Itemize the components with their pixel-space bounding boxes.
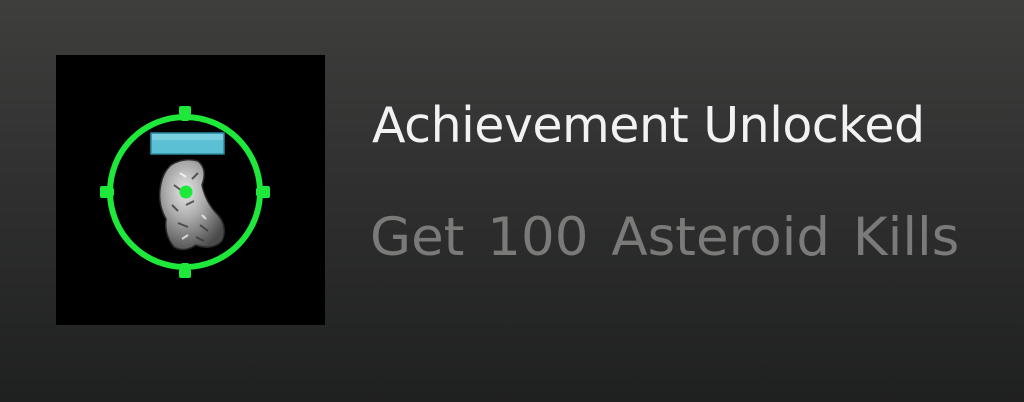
asteroid-icon — [158, 158, 225, 251]
achievement-toast: Achievement Unlocked Get 100 Asteroid Ki… — [0, 0, 1024, 402]
achievement-title: Achievement Unlocked — [372, 97, 925, 154]
achievement-icon — [56, 55, 325, 325]
achievement-description: Get 100 Asteroid Kills — [370, 207, 960, 268]
asteroid-target-icon — [100, 106, 270, 278]
